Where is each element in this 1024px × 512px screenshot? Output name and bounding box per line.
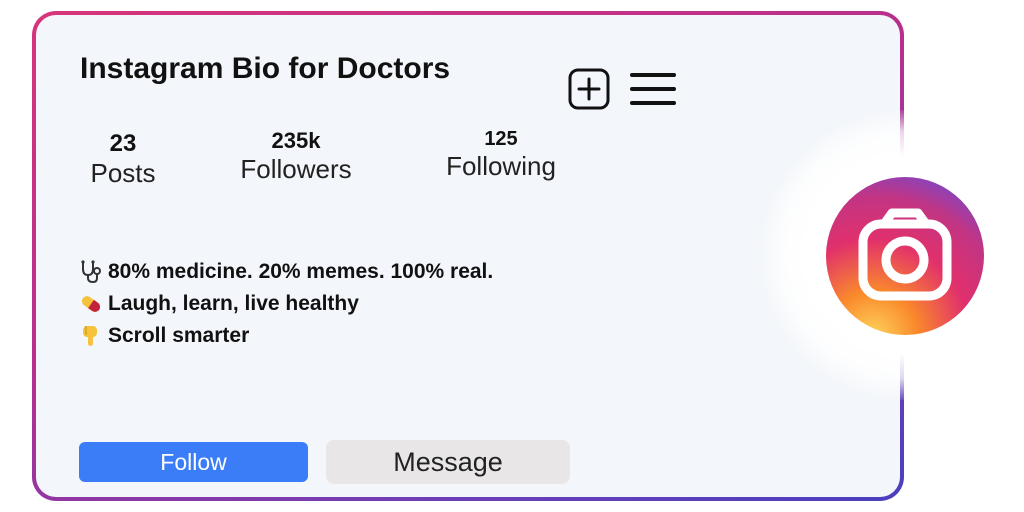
posts-label: Posts: [90, 158, 156, 188]
bio-text: Scroll smarter: [108, 324, 250, 347]
posts-count: 23: [109, 130, 137, 157]
bio-text: Laugh, learn, live healthy: [108, 292, 359, 315]
bio-line: Laugh, learn, live healthy: [78, 288, 493, 320]
stethoscope-icon: [81, 260, 101, 284]
followers-label: Followers: [240, 154, 352, 184]
instagram-logo-icon: [826, 177, 984, 335]
bio-line: Scroll smarter: [78, 320, 493, 352]
following-label: Following: [446, 151, 556, 181]
profile-title: Instagram Bio for Doctors: [80, 52, 451, 85]
following-count: 125: [484, 128, 518, 150]
pointing-down-icon: [83, 326, 97, 346]
stat-followers[interactable]: 235k Followers: [226, 128, 366, 185]
message-button[interactable]: Message: [326, 440, 570, 484]
stat-following[interactable]: 125 Following: [434, 128, 568, 182]
pill-icon: [81, 296, 101, 312]
followers-count: 235k: [271, 128, 321, 153]
stat-posts[interactable]: 23 Posts: [80, 130, 166, 189]
bio-text: 80% medicine. 20% memes. 100% real.: [108, 260, 494, 283]
hamburger-menu-icon[interactable]: [630, 70, 676, 108]
plus-square-icon[interactable]: [568, 68, 610, 110]
bio-line: 80% medicine. 20% memes. 100% real.: [78, 256, 493, 288]
follow-button[interactable]: Follow: [79, 442, 308, 482]
bio: 80% medicine. 20% memes. 100% real. Laug…: [78, 256, 493, 352]
